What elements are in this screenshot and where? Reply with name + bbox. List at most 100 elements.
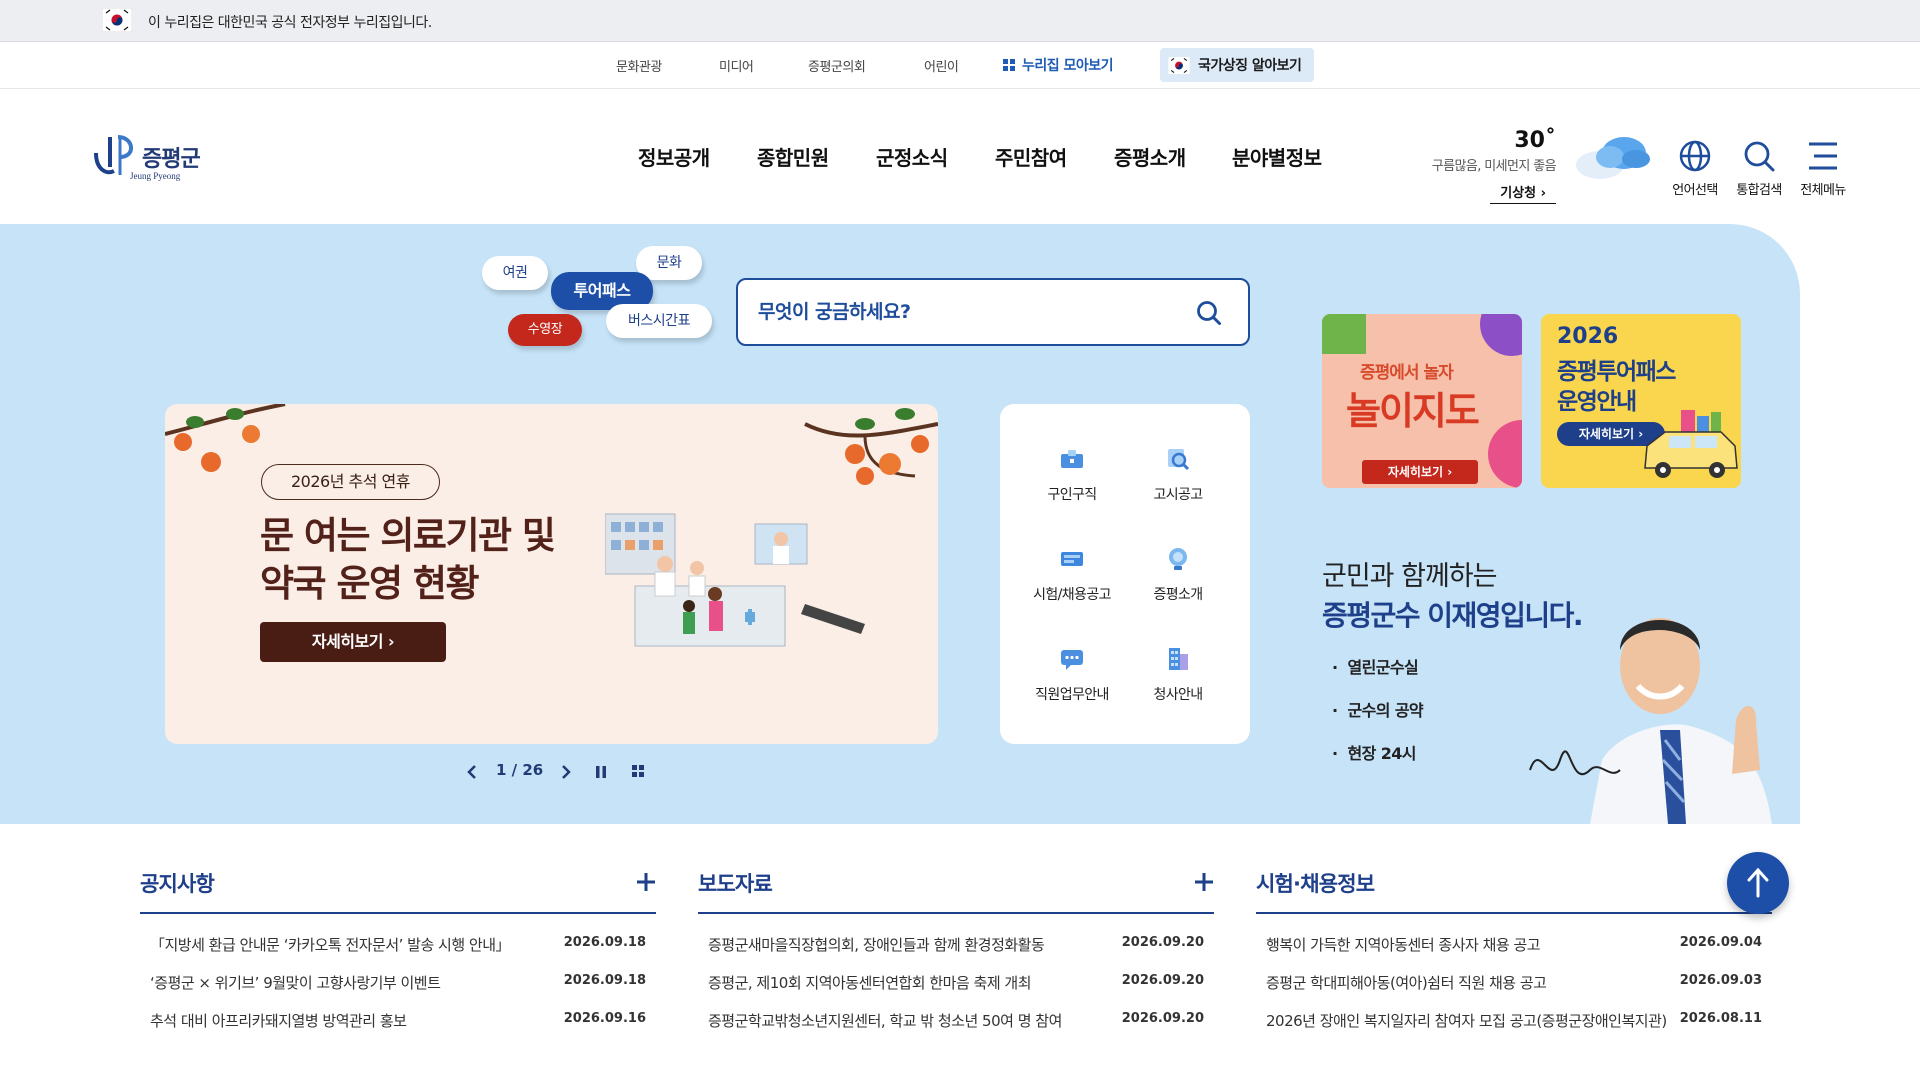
mayor-links: 열린군수실 군수의 공약 현장 24시 [1332,654,1423,783]
quick-item-office[interactable]: 청사안내 [1123,646,1233,704]
site-logo[interactable]: 증평군 Jeung Pyeong [90,131,201,185]
slide-pause-icon[interactable] [594,764,608,780]
search-submit-icon[interactable] [1196,300,1222,326]
weather-source-link[interactable]: 기상청 › [1490,182,1556,204]
quick-item-label: 고시공고 [1153,487,1203,503]
gnb-field-info[interactable]: 분야별정보 [1232,142,1322,171]
utility-bar: 문화관광 미디어 증평군의회 어린이 누리집 모아보기 국가상징 알아보기 [0,42,1920,89]
notice-search-icon [1168,449,1190,471]
national-symbol-label: 국가상징 알아보기 [1198,58,1302,74]
board-title[interactable]: 보도자료 [698,868,773,898]
globe-icon [1679,140,1711,172]
board-item-title: 「지방세 환급 안내문 ‘카카오톡 전자문서’ 발송 시행 안내」 [150,936,511,954]
nuri-collection-button[interactable]: 누리집 모아보기 [1003,55,1114,75]
gnb-info-disclosure[interactable]: 정보공개 [638,142,710,171]
arrow-up-icon [1747,867,1769,898]
tag-passport[interactable]: 여권 [482,256,548,290]
quick-item-label: 증평소개 [1153,587,1203,603]
mayor-link-office[interactable]: 열린군수실 [1332,654,1423,678]
util-link-media[interactable]: 미디어 [719,56,754,75]
quick-item-about[interactable]: 증평소개 [1123,546,1233,604]
slide-more-button[interactable]: 자세히보기 › [260,622,446,662]
board-header: 보도자료 [698,864,1214,914]
slide-all-view-icon[interactable] [631,764,645,778]
weather-temp: 30˚ [1514,128,1556,153]
board-item[interactable]: 증평군새마을직장협의회, 장애인들과 함께 환경정화활동 2026.09.20 [698,934,1214,972]
board-title[interactable]: 시험·채용정보 [1256,868,1375,898]
tourpass-year: 2026 [1557,324,1619,349]
util-link-culture[interactable]: 문화관광 [616,56,662,75]
tourpass-line2: 증평투어패스 [1557,359,1676,385]
quick-item-notices[interactable]: 고시공고 [1123,446,1233,504]
board-item[interactable]: 2026년 장애인 복지일자리 참여자 모집 공고(증평군장애인복지관) 2026… [1256,1010,1772,1048]
board-item-date: 2026.09.16 [563,1011,646,1026]
board-item-title: ‘증평군 × 위기브’ 9월맞이 고향사랑기부 이벤트 [150,974,441,992]
quick-item-label: 직원업무안내 [1035,687,1109,703]
slide-next-icon[interactable] [559,764,573,780]
board-item-title: 증평군, 제10회 지역아동센터연합회 한마음 축제 개최 [708,974,1032,992]
gov-banner-text[interactable]: 이 누리집은 대한민국 공식 전자정부 누리집입니다. [148,12,432,32]
tag-pool[interactable]: 수영장 [508,314,582,346]
logo-subtext: Jeung Pyeong [130,171,181,181]
play-map-banner[interactable]: 증평에서 놀자 놀이지도 자세히보기 › [1322,314,1522,488]
tag-bus-timetable[interactable]: 버스시간표 [606,304,712,338]
more-plus-icon[interactable] [1194,872,1214,892]
gnb-about[interactable]: 증평소개 [1114,142,1186,171]
slide-title-line2: 약국 운영 현황 [260,562,480,605]
slide-title: 문 여는 의료기관 및 약국 운영 현황 [260,512,556,608]
board-item[interactable]: 행복이 가득한 지역아동센터 종사자 채용 공고 2026.09.04 [1256,934,1772,972]
board-title[interactable]: 공지사항 [140,868,215,898]
quick-item-staff[interactable]: 직원업무안내 [1017,646,1127,704]
korea-flag-icon [1168,56,1190,74]
board-item-title: 추석 대비 아프리카돼지열병 방역관리 홍보 [150,1012,407,1030]
board-item[interactable]: 「지방세 환급 안내문 ‘카카오톡 전자문서’ 발송 시행 안내」 2026.09… [140,934,656,972]
search-label: 통합검색 [1736,183,1782,198]
board-item[interactable]: 증평군 학대피해아동(여아)쉼터 직원 채용 공고 2026.09.03 [1256,972,1772,1010]
tourpass-banner[interactable]: 2026 증평투어패스 운영안내 자세히보기 › [1541,314,1741,488]
quick-item-label: 청사안내 [1153,687,1203,703]
board-item-date: 2026.09.20 [1121,935,1204,950]
slide-page-indicator: 1 / 26 [496,761,544,779]
board-header: 공지사항 [140,864,656,914]
search-button[interactable]: 통합검색 [1729,139,1789,198]
mayor-link-field[interactable]: 현장 24시 [1332,740,1423,764]
board-item[interactable]: 증평군, 제10회 지역아동센터연합회 한마음 축제 개최 2026.09.20 [698,972,1214,1010]
language-button[interactable]: 언어선택 [1665,139,1725,198]
board-item-date: 2026.09.20 [1121,1011,1204,1026]
board-item-date: 2026.09.03 [1679,973,1762,988]
mayor-link-pledges[interactable]: 군수의 공약 [1332,697,1423,721]
main-slide-banner[interactable]: 2026년 추석 연휴 문 여는 의료기관 및 약국 운영 현황 자세히보기 › [165,404,938,744]
board-item[interactable]: 증평군학교밖청소년지원센터, 학교 밖 청소년 50여 명 참여 2026.09.… [698,1010,1214,1048]
board-notices: 공지사항 「지방세 환급 안내문 ‘카카오톡 전자문서’ 발송 시행 안내」 20… [140,864,656,1048]
all-menu-label: 전체메뉴 [1800,183,1846,198]
board-header: 시험·채용정보 [1256,864,1772,914]
quick-item-exams[interactable]: 시험/채용공고 [1017,546,1127,604]
pharmacy-illustration [605,513,865,647]
slide-total: 26 [522,761,544,779]
board-item-date: 2026.09.04 [1679,935,1762,950]
tour-car-illustration [1644,410,1738,478]
building-icon [1169,648,1188,670]
play-map-more-button[interactable]: 자세히보기 › [1362,460,1478,484]
more-plus-icon[interactable] [636,872,656,892]
gnb-civil-service[interactable]: 종합민원 [757,142,829,171]
gnb-participation[interactable]: 주민참여 [995,142,1067,171]
slide-prev-icon[interactable] [465,764,479,780]
board-item-date: 2026.09.18 [563,973,646,988]
board-item[interactable]: 추석 대비 아프리카돼지열병 방역관리 홍보 2026.09.16 [140,1010,656,1048]
board-item-date: 2026.09.18 [563,935,646,950]
all-menu-button[interactable]: 전체메뉴 [1793,139,1853,198]
scroll-top-button[interactable] [1727,852,1789,914]
board-item-title: 증평군새마을직장협의회, 장애인들과 함께 환경정화활동 [708,936,1045,954]
gnb-county-news[interactable]: 군정소식 [876,142,948,171]
board-item[interactable]: ‘증평군 × 위기브’ 9월맞이 고향사랑기부 이벤트 2026.09.18 [140,972,656,1010]
national-symbol-button[interactable]: 국가상징 알아보기 [1160,48,1314,82]
exam-notice-icon [1061,552,1083,566]
search-input[interactable] [758,294,1178,330]
util-link-council[interactable]: 증평군의회 [808,56,866,75]
util-link-kids[interactable]: 어린이 [924,56,959,75]
info-bulb-icon [1169,548,1187,570]
quick-item-jobs[interactable]: 구인구직 [1017,446,1127,504]
play-map-line2: 놀이지도 [1346,389,1480,433]
grid-icon [1003,59,1015,71]
